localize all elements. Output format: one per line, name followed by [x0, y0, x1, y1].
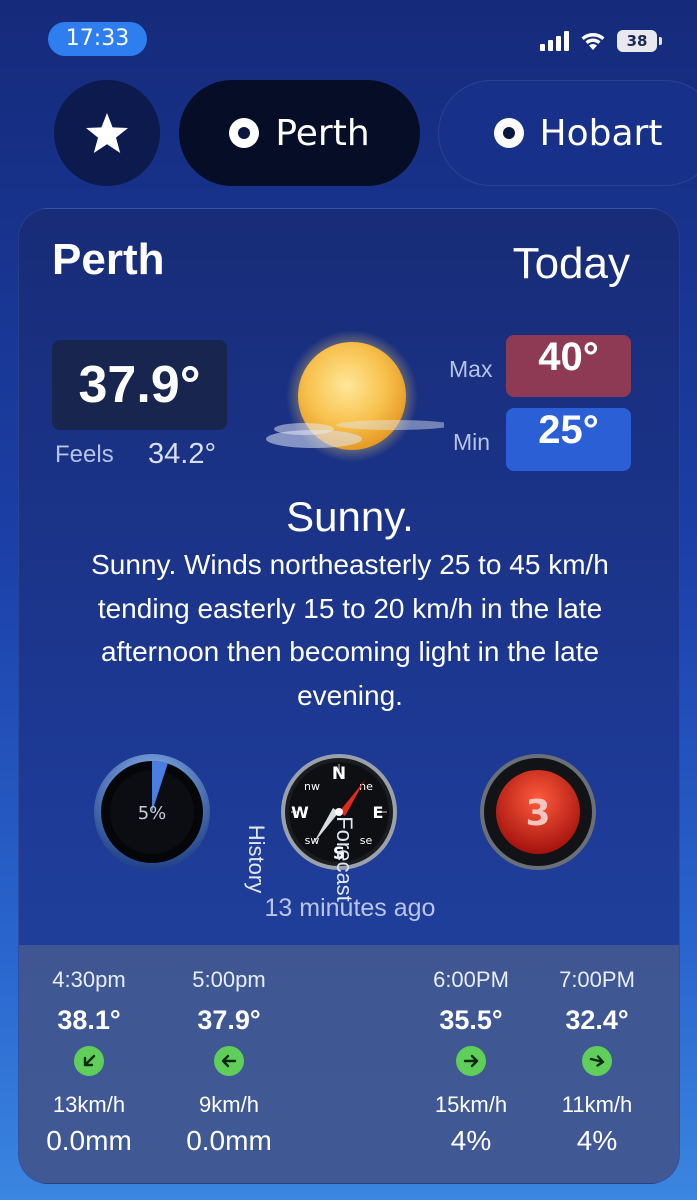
city-name: Perth: [52, 235, 165, 284]
status-icons: 38: [540, 30, 662, 52]
hour-wind: 11km/h: [561, 1092, 633, 1117]
tab-perth[interactable]: Perth: [179, 80, 420, 186]
hour-wind: 9km/h: [199, 1092, 259, 1117]
hour-time: 6:00PM: [433, 967, 509, 992]
max-temperature: 40°: [506, 335, 631, 397]
arrow-left-icon: [214, 1046, 244, 1076]
min-temperature: 25°: [506, 408, 631, 471]
hour-temp: 32.4°: [565, 1005, 629, 1035]
compass-w: W: [291, 803, 309, 822]
feels-like-value: 34.2°: [148, 438, 217, 470]
hour-wind: 13km/h: [52, 1092, 126, 1117]
arrow-down-left-icon: [74, 1046, 104, 1076]
status-bar: 17:33 38: [0, 0, 697, 70]
tab-favourites[interactable]: [54, 80, 160, 186]
hour-time: 4:30pm: [52, 967, 126, 992]
hour-rain: 0.0mm: [186, 1125, 272, 1156]
hour-temp: 37.9°: [197, 1005, 261, 1035]
condition-title: Sunny.: [286, 493, 414, 540]
forecast-description: Sunny. Winds northeasterly 25 to 45 km/h…: [91, 549, 609, 711]
compass-n: N: [332, 764, 346, 784]
arrow-down-right-icon: [582, 1046, 612, 1076]
clock: 17:33: [48, 22, 147, 56]
arrow-right-icon: [456, 1046, 486, 1076]
uv-index-value: 3: [525, 793, 550, 834]
hour-time: 5:00pm: [192, 967, 266, 992]
radio-icon: [229, 118, 260, 148]
rain-chance-dial[interactable]: 5%: [92, 752, 212, 872]
compass-e: E: [373, 803, 384, 822]
history-label: History: [244, 824, 269, 894]
radio-icon: [493, 118, 524, 148]
hour-temp: 35.5°: [439, 1005, 503, 1035]
tab-hobart[interactable]: Hobart: [438, 80, 697, 186]
current-temperature: 37.9°: [52, 340, 227, 430]
star-icon: [86, 113, 128, 153]
wifi-icon: [581, 33, 605, 50]
tab-label: Hobart: [539, 112, 663, 154]
hour-rain: 4%: [450, 1125, 492, 1156]
compass-sw: sw: [305, 834, 320, 847]
cellular-signal-icon: [540, 31, 569, 51]
hour-time: 7:00PM: [559, 967, 635, 992]
feels-like-label: Feels: [55, 441, 114, 468]
min-label: Min: [453, 429, 491, 455]
hourly-panel: 4:30pm 38.1° 13km/h 0.0mm 5:00pm 37.9° 9…: [19, 945, 679, 1183]
sunny-icon: [266, 330, 444, 462]
day-label: Today: [512, 239, 630, 288]
compass-se: se: [360, 834, 373, 847]
hour-wind: 15km/h: [434, 1092, 508, 1117]
uv-index-dial[interactable]: 3: [478, 752, 598, 872]
location-tabs: Perth Hobart: [0, 80, 697, 188]
hour-rain: 0.0mm: [46, 1125, 132, 1156]
compass-nw: nw: [304, 780, 320, 793]
hour-rain: 4%: [576, 1125, 618, 1156]
weather-card: Perth Today 37.9° Feels 34.2° Max 40° Mi…: [18, 208, 680, 1184]
battery-icon: 38: [617, 30, 662, 52]
tab-label: Perth: [275, 112, 370, 154]
rain-chance-value: 5%: [138, 803, 167, 824]
forecast-label: Forecast: [332, 816, 357, 902]
max-label: Max: [449, 356, 493, 382]
hour-temp: 38.1°: [57, 1005, 121, 1035]
